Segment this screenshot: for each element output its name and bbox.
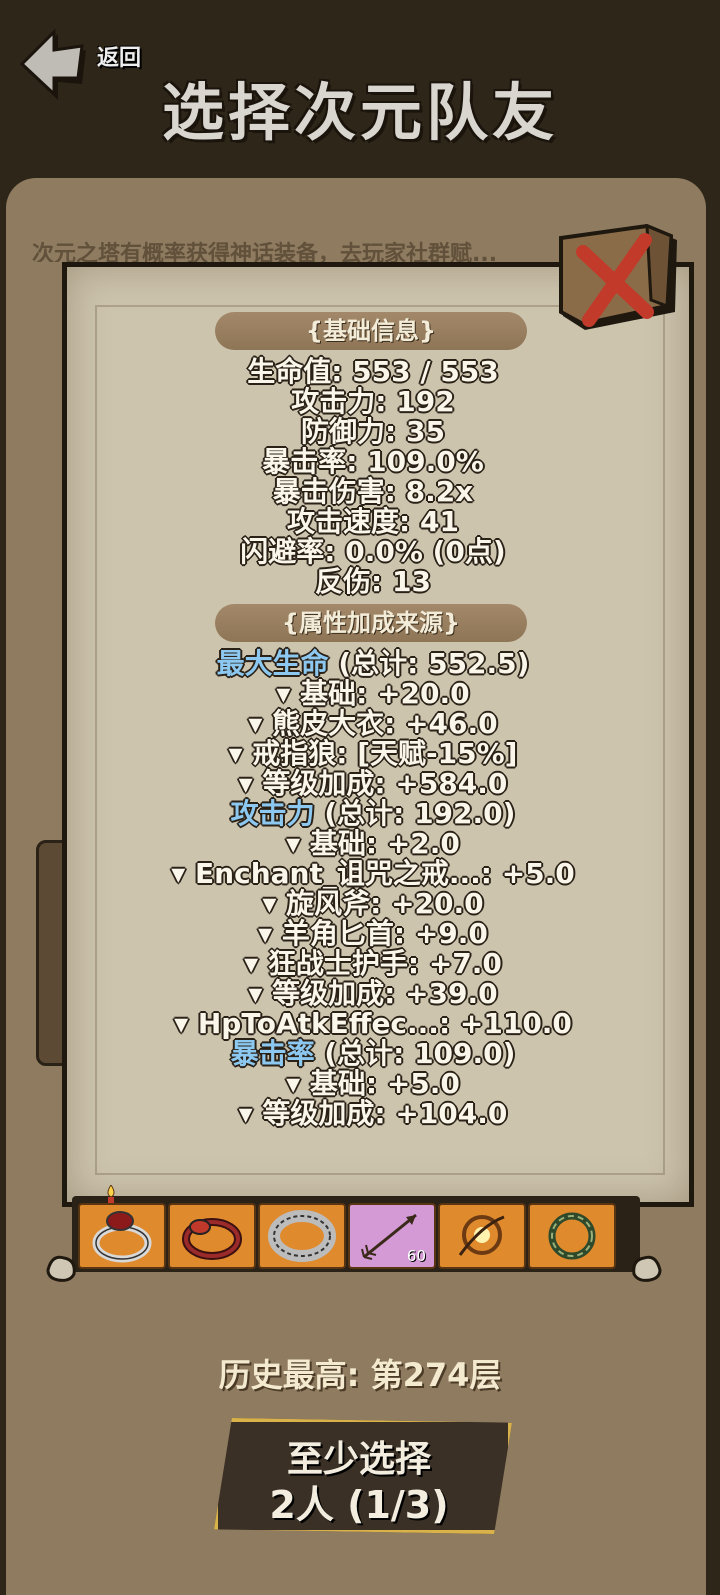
source-item: ▾ 基础: +2.0 xyxy=(286,827,460,860)
select-button-count: 2人 (1/3) xyxy=(269,1483,449,1527)
basic-info-header: {基础信息} xyxy=(215,312,527,350)
source-item: ▾ HpToAtkEffec...: +110.0 xyxy=(174,1007,572,1040)
red-gem-ring-icon xyxy=(182,1218,242,1260)
source-group-name: 最大生命 xyxy=(216,647,329,680)
source-item: ▾ 狂战士护手: +7.0 xyxy=(244,947,502,980)
source-group-name: 暴击率 xyxy=(230,1037,315,1070)
equipment-slot-4[interactable]: 60 xyxy=(348,1203,436,1269)
thorn-wreath-icon xyxy=(548,1212,596,1260)
source-group-total: (总计: 552.5) xyxy=(328,647,530,680)
left-hand-icon xyxy=(46,1255,76,1282)
board-intro-text: 次元之塔有概率获得神话装备，去玩家社群赋... xyxy=(32,242,498,262)
source-item: ▾ 基础: +5.0 xyxy=(286,1067,460,1100)
source-group-title: 攻击力 (总计: 192.0) xyxy=(62,799,684,829)
stat-reflect: 反伤: 13 xyxy=(315,565,431,598)
sources-header: {属性加成来源} xyxy=(215,604,527,642)
page-title: 选择次元队友 xyxy=(161,76,558,149)
source-group-total: (总计: 192.0) xyxy=(314,797,516,830)
equipment-slot-5[interactable] xyxy=(438,1203,526,1269)
source-item: ▾ 戒指狼: [天赋-15%] xyxy=(228,737,518,770)
item-count: 60 xyxy=(406,1247,426,1265)
select-teammates-button[interactable]: 至少选择 2人 (1/3) xyxy=(214,1418,512,1534)
source-item: ▾ 熊皮大衣: +46.0 xyxy=(248,707,498,740)
stat-crit-damage: 暴击伤害: 8.2x xyxy=(272,475,474,508)
source-group-title: 暴击率 (总计: 109.0) xyxy=(62,1039,684,1069)
source-group-title: 最大生命 (总计: 552.5) xyxy=(62,649,684,679)
equipment-slot-3[interactable] xyxy=(258,1203,346,1269)
equipment-slot-1[interactable] xyxy=(78,1203,166,1269)
close-button[interactable] xyxy=(555,220,680,340)
right-hand-icon xyxy=(632,1255,662,1282)
stat-crit-rate: 暴击率: 109.0% xyxy=(262,445,484,478)
best-record-text: 历史最高: 第274层 xyxy=(218,1356,502,1394)
source-item: ▾ 等级加成: +584.0 xyxy=(238,767,508,800)
stat-dodge: 闪避率: 0.0% (0点) xyxy=(240,535,506,568)
ruby-ring-icon xyxy=(92,1211,152,1263)
source-item: ▾ 基础: +20.0 xyxy=(276,677,470,710)
stat-defense: 防御力: 35 xyxy=(301,415,445,448)
source-group-total: (总计: 109.0) xyxy=(314,1037,516,1070)
source-item: ▾ 等级加成: +104.0 xyxy=(238,1097,508,1129)
close-x-book-icon xyxy=(559,223,677,330)
equipment-slot-2[interactable] xyxy=(168,1203,256,1269)
source-group-name: 攻击力 xyxy=(230,797,315,830)
source-item: ▾ 旋风斧: +20.0 xyxy=(262,887,484,920)
source-item: ▾ 羊角匕首: +9.0 xyxy=(258,917,488,950)
stat-hp: 生命值: 553 / 553 xyxy=(247,355,499,388)
stat-attack-speed: 攻击速度: 41 xyxy=(287,505,459,538)
sources-scroll-area[interactable]: ▾ HpToAtkEffec...: +110.0 暴击率 (总计: 109.0… xyxy=(62,1000,684,1129)
silver-band-ring-icon xyxy=(268,1210,336,1262)
stat-attack: 攻击力: 192 xyxy=(291,385,455,418)
flame-amulet-icon xyxy=(458,1215,505,1256)
equipment-slot-6[interactable] xyxy=(528,1203,616,1269)
source-item: ▾ Enchant_诅咒之戒...: +5.0 xyxy=(171,857,575,890)
